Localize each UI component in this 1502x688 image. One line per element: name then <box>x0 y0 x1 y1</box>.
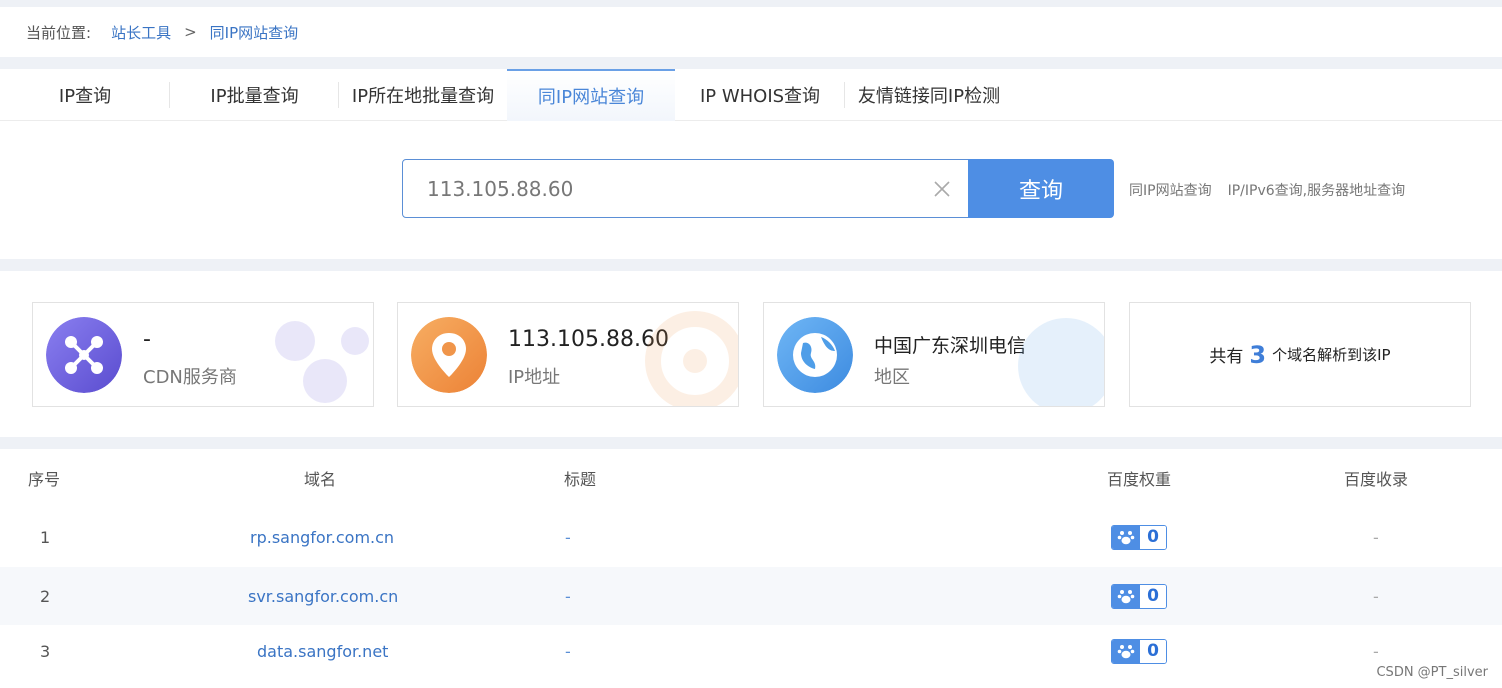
column-header-baidu-weight: 百度权重 <box>1107 470 1172 489</box>
tab-ip-query[interactable]: IP查询 <box>0 69 170 121</box>
summary-prefix: 共有 <box>1209 347 1244 367</box>
tab-label: 友情链接同IP检测 <box>857 86 1001 107</box>
search-box <box>402 159 969 218</box>
tab-label: IP批量查询 <box>210 86 299 107</box>
results-table: 序号 域名 标题 百度权重 百度收录 1 rp.sangfor.com.cn -… <box>0 449 1502 688</box>
row-index: 2 <box>40 586 51 606</box>
column-header-domain: 域名 <box>304 470 337 489</box>
cdn-label: CDN服务商 <box>143 367 237 388</box>
column-header-index: 序号 <box>28 470 61 489</box>
tab-label: IP查询 <box>58 86 112 107</box>
breadcrumb-label: 当前位置: <box>26 23 92 42</box>
tab-label: 同IP网站查询 <box>537 87 645 108</box>
row-index: 3 <box>40 641 51 661</box>
cdn-card: - CDN服务商 <box>32 302 374 407</box>
region-label: 地区 <box>874 367 910 388</box>
related-links: 同IP网站查询 IP/IPv6查询,服务器地址查询 <box>1129 180 1405 200</box>
ip-card: 113.105.88.60 IP地址 <box>397 302 739 407</box>
ip-label: IP地址 <box>508 367 561 388</box>
tab-bar: IP查询 IP批量查询 IP所在地批量查询 同IP网站查询 IP WHOIS查询… <box>0 69 1502 121</box>
region-watermark-icon <box>1018 318 1104 406</box>
related-link-same-ip[interactable]: 同IP网站查询 <box>1129 180 1212 200</box>
row-index: 1 <box>40 527 51 547</box>
ip-search-input[interactable] <box>403 168 903 209</box>
summary-suffix: 个域名解析到该IP <box>1272 346 1391 364</box>
related-link-ip-query[interactable]: IP/IPv6查询,服务器地址查询 <box>1228 180 1406 200</box>
search-button[interactable]: 查询 <box>968 159 1114 218</box>
tab-same-ip-sites[interactable]: 同IP网站查询 <box>507 69 675 121</box>
csdn-watermark: CSDN @PT_silver <box>1376 665 1488 680</box>
row-baidu-index: - <box>1373 586 1379 606</box>
info-panel: - CDN服务商 113.105.88.60 IP地址 中国广东深圳电信 地区 <box>0 271 1502 437</box>
clear-icon[interactable] <box>932 179 952 199</box>
column-header-title: 标题 <box>564 470 597 489</box>
ip-watermark-icon <box>645 311 738 406</box>
tab-friend-link-same-ip[interactable]: 友情链接同IP检测 <box>845 69 1013 121</box>
baidu-paw-icon <box>1112 639 1140 663</box>
row-domain-link[interactable]: rp.sangfor.com.cn <box>250 507 394 567</box>
row-title: - <box>565 586 571 606</box>
baidu-weight-value: 0 <box>1140 639 1166 663</box>
location-pin-icon <box>411 317 487 393</box>
row-title: - <box>565 641 571 661</box>
baidu-weight-badge[interactable]: 0 <box>1111 507 1167 567</box>
breadcrumb-link-tools[interactable]: 站长工具 <box>111 22 171 43</box>
baidu-paw-icon <box>1112 525 1140 549</box>
baidu-weight-badge[interactable]: 0 <box>1111 567 1167 625</box>
tab-ip-location-batch-query[interactable]: IP所在地批量查询 <box>339 69 507 121</box>
cdn-value: - <box>143 327 151 352</box>
baidu-weight-value: 0 <box>1140 584 1166 608</box>
table-row: 3 data.sangfor.net - 0 - <box>0 625 1502 677</box>
row-baidu-index: - <box>1373 527 1379 547</box>
summary-card: 共有 3 个域名解析到该IP <box>1129 302 1471 407</box>
baidu-paw-icon <box>1112 584 1140 608</box>
column-header-baidu-index: 百度收录 <box>1344 470 1409 489</box>
breadcrumb-separator: > <box>184 23 197 41</box>
row-domain-link[interactable]: svr.sangfor.com.cn <box>248 567 398 625</box>
baidu-weight-badge[interactable]: 0 <box>1111 625 1167 677</box>
row-domain-link[interactable]: data.sangfor.net <box>257 625 388 677</box>
region-value: 中国广东深圳电信 <box>874 335 1027 357</box>
breadcrumb-link-current[interactable]: 同IP网站查询 <box>210 22 298 43</box>
tab-label: IP所在地批量查询 <box>351 86 495 107</box>
row-title: - <box>565 527 571 547</box>
table-row: 2 svr.sangfor.com.cn - 0 - <box>0 567 1502 625</box>
cdn-watermark-icon <box>275 321 369 403</box>
breadcrumb: 当前位置: 站长工具 > 同IP网站查询 <box>0 7 1502 57</box>
baidu-weight-value: 0 <box>1140 525 1166 549</box>
domain-count: 3 <box>1249 340 1267 369</box>
tab-ip-whois[interactable]: IP WHOIS查询 <box>675 69 845 121</box>
tab-ip-batch-query[interactable]: IP批量查询 <box>170 69 339 121</box>
region-card: 中国广东深圳电信 地区 <box>763 302 1105 407</box>
table-row: 1 rp.sangfor.com.cn - 0 - <box>0 507 1502 567</box>
cdn-hub-icon <box>46 317 122 393</box>
globe-icon <box>777 317 853 393</box>
tab-label: IP WHOIS查询 <box>699 86 821 107</box>
search-panel: IP查询 IP批量查询 IP所在地批量查询 同IP网站查询 IP WHOIS查询… <box>0 69 1502 259</box>
